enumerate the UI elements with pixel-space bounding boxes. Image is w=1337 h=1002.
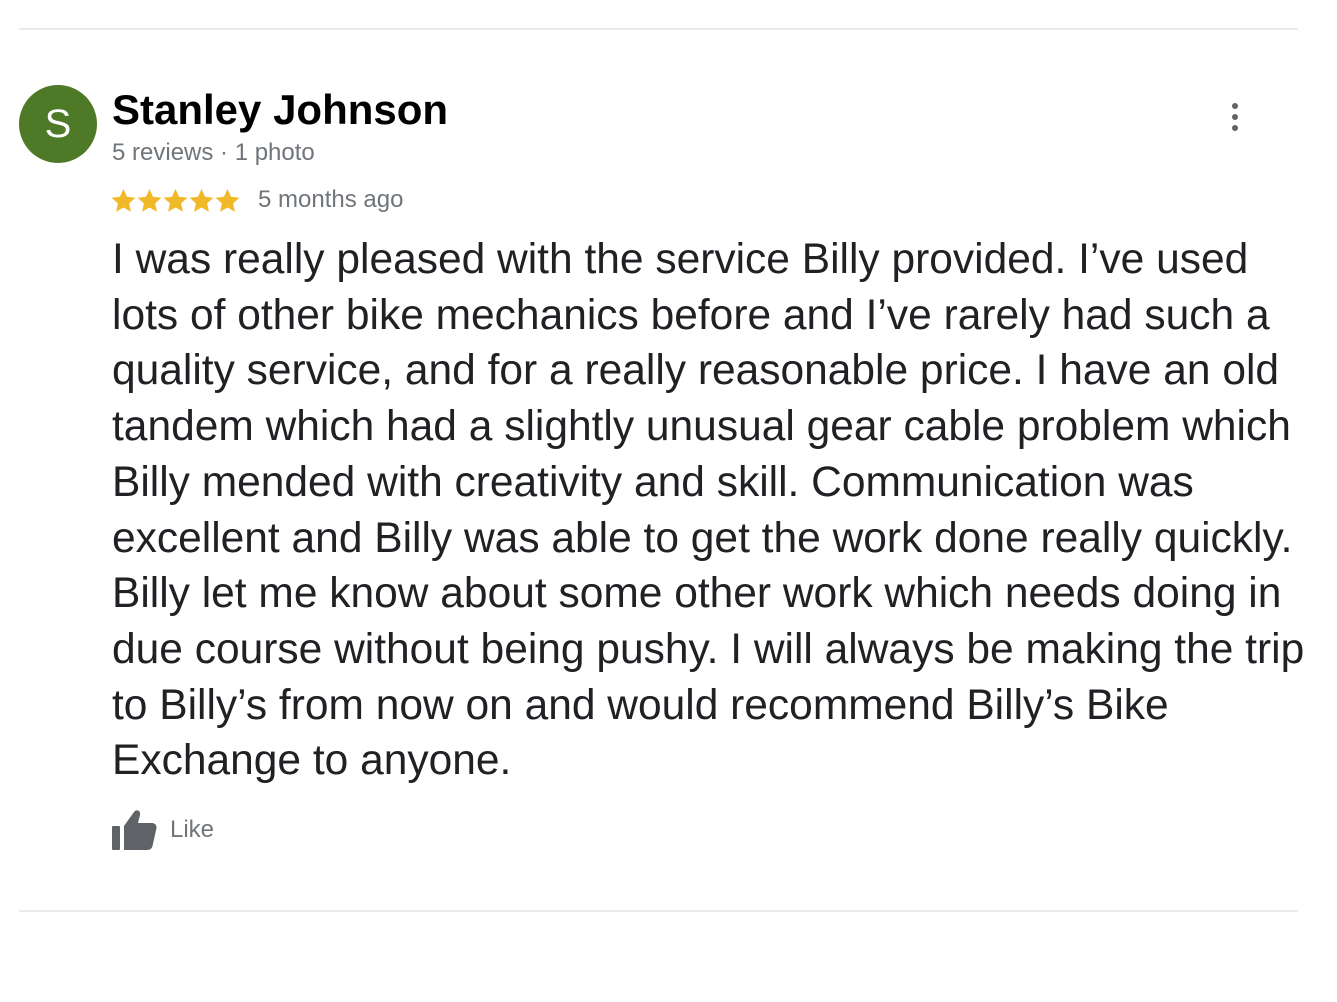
reviewer-meta[interactable]: 5 reviews · 1 photo [112, 139, 315, 167]
star-icon [111, 188, 136, 212]
more-vert-icon [1232, 103, 1238, 131]
reviewer-name[interactable]: Stanley Johnson [112, 86, 448, 134]
avatar[interactable]: S [19, 85, 97, 163]
review-date: 5 months ago [258, 186, 404, 213]
bottom-divider [19, 910, 1298, 912]
top-divider [19, 28, 1298, 30]
star-icon [137, 188, 162, 212]
avatar-initial: S [44, 102, 72, 146]
review-text: I was really pleased with the service Bi… [112, 236, 1305, 785]
star-icon [189, 188, 214, 212]
rating-row: 5 months ago [110, 184, 403, 216]
star-icon [215, 188, 240, 212]
like-button[interactable]: Like [111, 808, 214, 852]
like-label: Like [170, 816, 215, 843]
more-options-button[interactable] [1212, 94, 1258, 140]
star-icon [163, 188, 188, 212]
star-rating [110, 187, 240, 214]
thumb-up-icon [112, 810, 157, 850]
